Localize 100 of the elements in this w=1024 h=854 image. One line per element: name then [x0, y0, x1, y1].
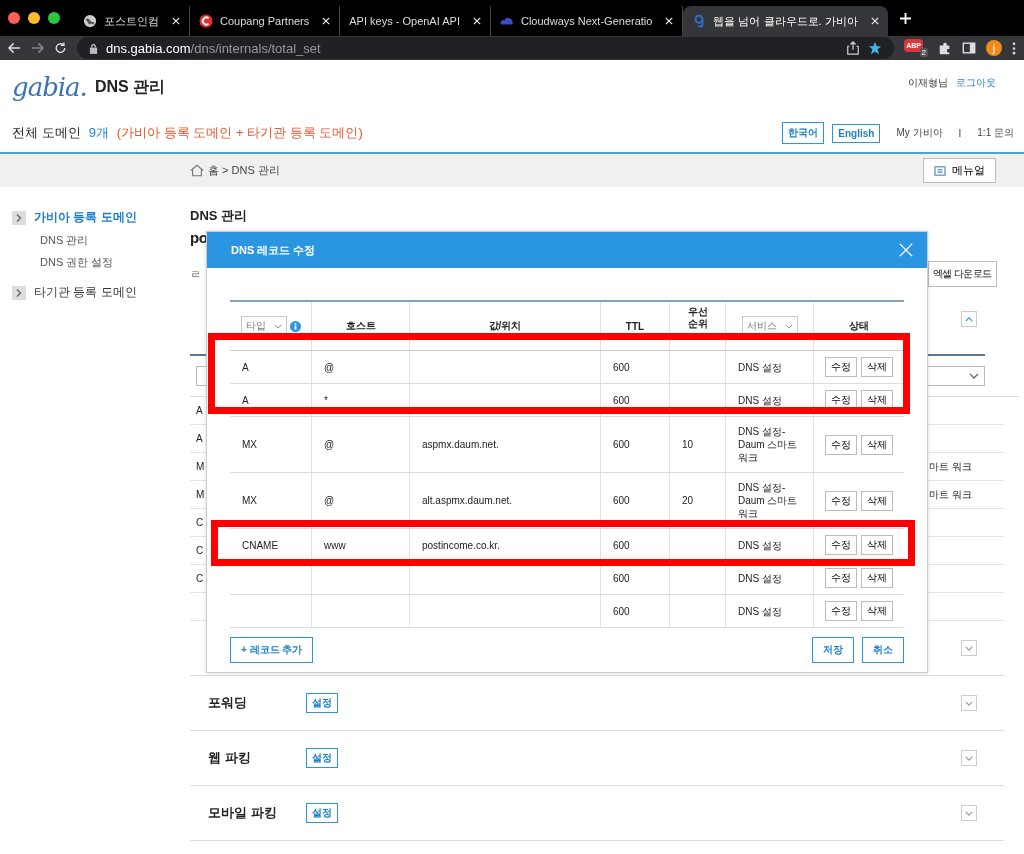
page-title: DNS 관리	[94, 76, 166, 97]
table-cell: A	[242, 361, 249, 373]
section-title: 웹 파킹	[208, 749, 252, 767]
star-icon[interactable]	[868, 41, 883, 55]
close-icon[interactable]	[870, 17, 879, 25]
maximize-window-button[interactable]	[48, 12, 60, 24]
chevron-down-icon	[273, 323, 282, 329]
document-icon	[934, 165, 946, 176]
info-icon[interactable]	[289, 320, 301, 332]
table-cell: 600	[613, 605, 630, 617]
section-title: DNS 관리	[190, 207, 249, 225]
header-link[interactable]: 1:1 문의	[977, 126, 1014, 140]
home-icon[interactable]	[190, 164, 204, 177]
delete-button[interactable]: 삭제	[861, 535, 893, 555]
back-icon[interactable]	[8, 42, 21, 54]
reload-icon[interactable]	[54, 42, 67, 54]
table-cell: @	[324, 439, 335, 450]
table-cell: 마트 워크	[929, 487, 972, 502]
edit-button[interactable]: 수정	[825, 434, 857, 455]
tab-label: ㄹ	[190, 266, 201, 282]
table-cell-text: DNS 설정	[738, 604, 782, 619]
column-header: 값/위치	[488, 320, 522, 331]
table-cell: 20	[682, 495, 694, 506]
logo[interactable]: gabia.	[12, 72, 87, 102]
close-icon[interactable]	[322, 17, 331, 25]
edit-button[interactable]: 수정	[825, 490, 857, 511]
table-cell: @	[324, 361, 335, 373]
column-header: 호스트	[345, 320, 376, 331]
table-cell: @	[324, 495, 335, 506]
excel-download-button[interactable]: 엑셀 다운로드	[927, 261, 997, 287]
settings-button[interactable]: 설정	[306, 748, 338, 768]
forward-icon[interactable]	[31, 42, 44, 54]
manual-button[interactable]: 메뉴얼	[923, 158, 996, 183]
sidebar-icon[interactable]	[962, 41, 976, 55]
table-cell: MX	[242, 439, 257, 450]
sidebar-subitem[interactable]: DNS 관리	[40, 233, 190, 248]
table-cell-text: DNS 설정-Daum 스마트 워크	[738, 425, 799, 465]
table-cell: MX	[242, 495, 257, 506]
chevron-right-icon	[12, 210, 26, 225]
settings-button[interactable]: 설정	[306, 803, 338, 823]
table-cell: 600	[613, 394, 630, 406]
save-button[interactable]: 저장	[812, 637, 854, 663]
sidebar-subitem[interactable]: DNS 권한 설정	[40, 255, 190, 270]
domains-note: (가비아 등록 도메인 + 타기관 등록 도메인)	[116, 124, 363, 142]
cancel-button[interactable]: 취소	[862, 637, 904, 663]
user-name: 이재형님	[908, 76, 948, 90]
close-icon[interactable]	[665, 17, 674, 25]
table-cell: C	[196, 517, 204, 528]
menu-icon[interactable]	[1012, 41, 1016, 55]
chevron-down-icon	[965, 810, 973, 816]
header-link[interactable]: I	[958, 127, 962, 139]
edit-button[interactable]: 수정	[825, 601, 857, 621]
delete-button[interactable]: 삭제	[861, 601, 893, 621]
delete-button[interactable]: 삭제	[861, 490, 893, 511]
settings-button[interactable]: 설정	[306, 693, 338, 713]
table-cell: *	[324, 394, 328, 406]
section-title: 포워딩	[208, 694, 248, 712]
chevron-up-icon	[965, 316, 973, 322]
table-cell: 600	[613, 361, 630, 373]
edit-button[interactable]: 수정	[825, 568, 857, 588]
puzzle-icon[interactable]	[938, 41, 952, 55]
table-cell: 600	[613, 495, 630, 506]
delete-button[interactable]: 삭제	[861, 390, 893, 410]
edit-button[interactable]: 수정	[825, 357, 857, 377]
edit-button[interactable]: 수정	[825, 535, 857, 555]
chevron-down-icon	[965, 645, 973, 651]
column-filter-select[interactable]: 서비스	[741, 316, 798, 336]
sidebar-item[interactable]: 가비아 등록 도메인	[12, 209, 190, 226]
dialog-title: DNS 레코드 수정	[231, 242, 316, 258]
table-cell: www	[324, 539, 346, 551]
delete-button[interactable]: 삭제	[861, 568, 893, 588]
language-button[interactable]: 한국어	[782, 122, 825, 144]
close-icon[interactable]	[172, 17, 180, 25]
close-icon[interactable]	[472, 17, 481, 25]
close-window-button[interactable]	[8, 12, 20, 24]
address-field[interactable]: dns.gabia.com/dns/internals/total_set	[77, 37, 895, 59]
new-tab-icon[interactable]	[899, 12, 911, 24]
minimize-window-button[interactable]	[28, 12, 40, 24]
breadcrumb: 홈 > DNS 관리	[208, 163, 280, 178]
sidebar-item[interactable]: 타기관 등록 도메인	[12, 284, 190, 301]
language-button[interactable]: English	[832, 123, 881, 143]
chevron-down-icon	[965, 755, 973, 761]
header-link[interactable]: My 가비아	[896, 126, 943, 140]
logout-link[interactable]: 로그아웃	[956, 76, 996, 90]
table-cell: M	[196, 489, 205, 500]
domains-label: 전체 도메인	[12, 124, 81, 142]
delete-button[interactable]: 삭제	[861, 434, 893, 455]
delete-button[interactable]: 삭제	[861, 357, 893, 377]
browser-tab[interactable]: 웹을 넘어 클라우드로. 가비아	[683, 6, 888, 36]
collapse-button[interactable]	[961, 311, 977, 327]
coupang-icon	[199, 14, 213, 28]
globe-icon	[83, 14, 97, 28]
column-filter-select[interactable]: 타입	[240, 316, 287, 336]
table-cell: postincome.co.kr.	[422, 539, 500, 551]
share-icon[interactable]	[846, 41, 861, 55]
column-header: TTL	[625, 320, 645, 332]
add-record-button[interactable]: + 레코드 추가	[230, 637, 314, 663]
table-cell-text: DNS 설정-Daum 스마트 워크	[738, 481, 799, 521]
edit-button[interactable]: 수정	[825, 390, 857, 410]
table-cell: 600	[613, 572, 630, 584]
